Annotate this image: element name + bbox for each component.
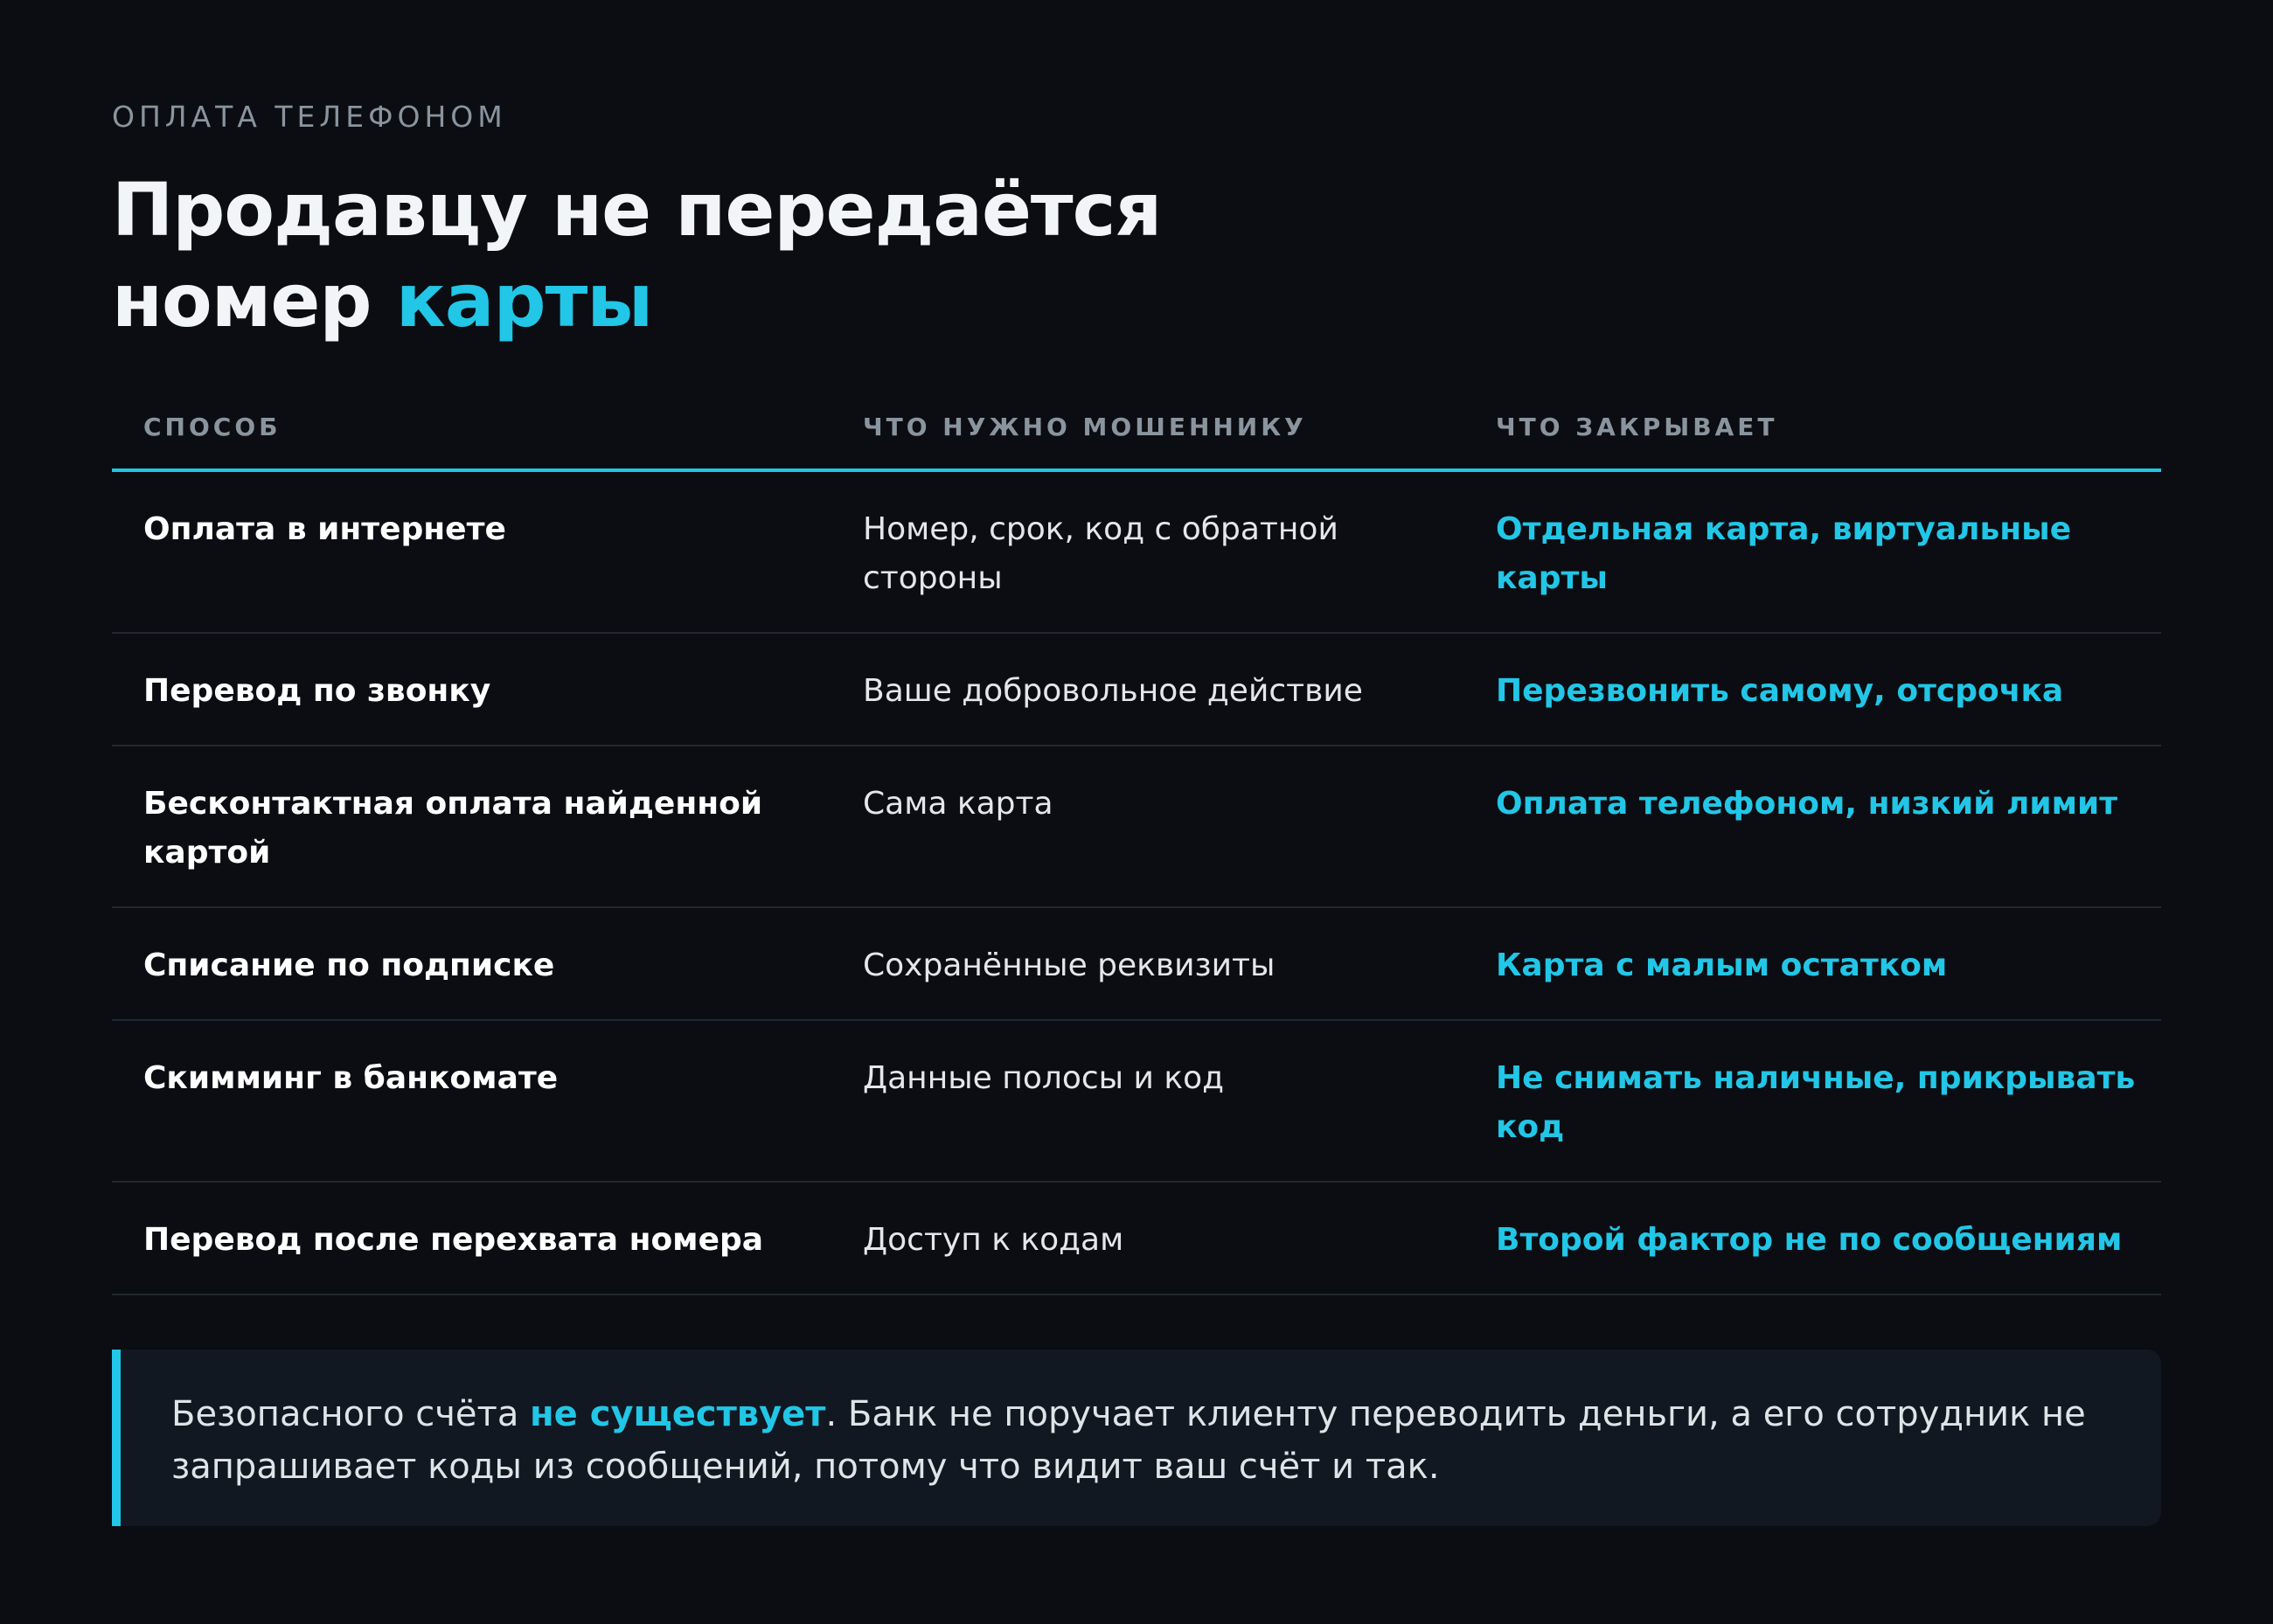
title-line-2-accent: карты xyxy=(395,258,653,344)
method-cell: Перевод по звонку xyxy=(143,673,491,709)
method-cell: Перевод после перехвата номера xyxy=(143,1222,764,1258)
table-row: Бесконтактная оплата найденной картой Са… xyxy=(112,746,2161,908)
protection-cell: Перезвонить самому, отсрочка xyxy=(1496,673,2064,709)
table-row: Списание по подписке Сохранённые реквизи… xyxy=(112,908,2161,1021)
needs-cell: Доступ к кодам xyxy=(863,1222,1124,1258)
title-line-2-plain: номер xyxy=(112,258,396,344)
page-title: Продавцу не передаётся номер карты xyxy=(112,164,1162,346)
table-row: Перевод по звонку Ваше добровольное дейс… xyxy=(112,634,2161,746)
table-header: СПОСОБ ЧТО НУЖНО МОШЕННИКУ ЧТО ЗАКРЫВАЕТ xyxy=(112,385,2161,472)
protection-cell: Второй фактор не по сообщениям xyxy=(1496,1222,2123,1258)
method-cell: Списание по подписке xyxy=(143,947,555,983)
callout-text-start: Безопасного счёта xyxy=(171,1394,531,1434)
protection-cell: Отдельная карта, виртуальные карты xyxy=(1496,511,2072,596)
table-row: Скимминг в банкомате Данные полосы и код… xyxy=(112,1021,2161,1183)
header-protection: ЧТО ЗАКРЫВАЕТ xyxy=(1496,413,1778,441)
callout-text: Безопасного счёта не существует. Банк не… xyxy=(171,1388,2130,1493)
callout-highlight: не существует xyxy=(530,1394,826,1434)
protection-cell: Карта с малым остатком xyxy=(1496,947,1948,983)
callout-note: Безопасного счёта не существует. Банк не… xyxy=(112,1350,2161,1526)
title-line-1: Продавцу не передаётся xyxy=(112,167,1162,253)
needs-cell: Данные полосы и код xyxy=(863,1060,1225,1096)
header-fraudster-needs: ЧТО НУЖНО МОШЕННИКУ xyxy=(863,413,1307,441)
method-cell: Скимминг в банкомате xyxy=(143,1060,559,1096)
needs-cell: Сама карта xyxy=(863,786,1053,822)
table-row: Оплата в интернете Номер, срок, код с об… xyxy=(112,472,2161,634)
needs-cell: Сохранённые реквизиты xyxy=(863,947,1276,983)
comparison-table: СПОСОБ ЧТО НУЖНО МОШЕННИКУ ЧТО ЗАКРЫВАЕТ… xyxy=(112,385,2161,1295)
protection-cell: Не снимать наличные, прикрывать код xyxy=(1496,1060,2136,1145)
method-cell: Оплата в интернете xyxy=(143,511,506,547)
protection-cell: Оплата телефоном, низкий лимит xyxy=(1496,786,2118,822)
table-row: Перевод после перехвата номера Доступ к … xyxy=(112,1183,2161,1295)
header-method: СПОСОБ xyxy=(143,413,282,441)
section-eyebrow: ОПЛАТА ТЕЛЕФОНОМ xyxy=(112,100,507,134)
method-cell: Бесконтактная оплата найденной картой xyxy=(143,786,763,871)
needs-cell: Номер, срок, код с обратной стороны xyxy=(863,511,1338,596)
needs-cell: Ваше добровольное действие xyxy=(863,673,1363,709)
